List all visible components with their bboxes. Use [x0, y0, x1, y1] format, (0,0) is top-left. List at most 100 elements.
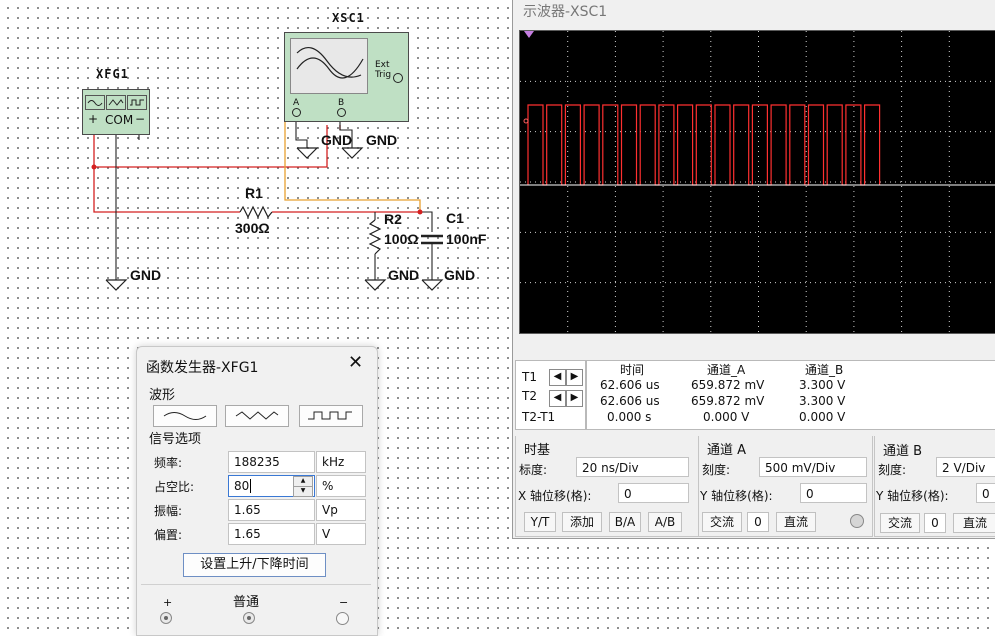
c1-value: 100nF	[446, 231, 487, 247]
channel-b-zero-button[interactable]: 0	[924, 513, 946, 533]
xfg1-minus: −	[135, 112, 146, 126]
channel-b-scale-field[interactable]: 2 V/Div	[936, 457, 995, 477]
channel-b-dc-button[interactable]: 直流	[953, 513, 995, 533]
r1-value: 300Ω	[235, 220, 270, 236]
t1-left-arrow-icon[interactable]: ◀	[549, 369, 566, 386]
xsc1-instrument[interactable]: Ext Trig A B	[284, 32, 409, 122]
t1-channel-b: 3.300 V	[799, 378, 846, 392]
t2-channel-a: 659.872 mV	[691, 394, 765, 408]
cursor-readout-table: 时间 通道_A 通道_B 62.606 us 659.872 mV 3.300 …	[586, 360, 995, 430]
terminal-minus-icon[interactable]	[336, 612, 349, 625]
sine-wave-button[interactable]	[153, 405, 217, 427]
channel-a-title: 通道 A	[707, 443, 747, 458]
amplitude-unit-select[interactable]: Vp	[316, 499, 366, 521]
channel-a-terminal-icon	[292, 108, 301, 117]
amplitude-label: 振幅:	[154, 504, 183, 518]
signal-options-label: 信号选项	[149, 432, 202, 447]
diff-channel-b: 0.000 V	[799, 410, 846, 424]
waveform-icons	[85, 95, 147, 110]
frequency-input[interactable]: 188235	[228, 451, 315, 473]
r2-value: 100Ω	[384, 231, 419, 247]
waveform-section-label: 波形	[149, 388, 176, 403]
channel-b-scale-label: 刻度:	[878, 463, 907, 477]
b-over-a-button[interactable]: B/A	[609, 512, 641, 532]
terminal-plus-icon[interactable]	[160, 612, 172, 624]
xsc1-label: XSC1	[332, 11, 365, 25]
scope-display[interactable]	[519, 30, 995, 334]
col-time-header: 时间	[620, 363, 645, 377]
channel-b-ypos-label: Y 轴位移(格):	[876, 489, 949, 503]
close-icon[interactable]: ✕	[348, 353, 363, 373]
gnd-label-c1: GND	[444, 267, 476, 283]
triangle-wave-button[interactable]	[225, 405, 289, 427]
channel-a-ypos-field[interactable]: 0	[800, 483, 867, 503]
channel-a-group: 通道 A 刻度: 500 mV/Div Y 轴位移(格): 0 交流 0 直流	[698, 436, 873, 537]
r1-resistor[interactable]	[239, 205, 273, 219]
timebase-xpos-label: X 轴位移(格):	[518, 489, 592, 503]
channel-a-dc-button[interactable]: 直流	[776, 512, 816, 532]
frequency-label: 频率:	[154, 456, 183, 470]
cursor-t1-marker-icon[interactable]	[524, 31, 534, 38]
col-channel-b-header: 通道_B	[805, 363, 844, 377]
channel-a-scale-field[interactable]: 500 mV/Div	[759, 457, 867, 477]
timebase-scale-label: 标度:	[519, 463, 548, 477]
terminal-common-icon[interactable]	[243, 612, 255, 624]
t2-left-arrow-icon[interactable]: ◀	[549, 390, 566, 407]
t1-time: 62.606 us	[600, 378, 660, 392]
channel-b-group: 通道 B 刻度: 2 V/Div Y 轴位移(格): 0 交流 0 直流	[874, 436, 995, 537]
amplitude-input[interactable]: 1.65	[228, 499, 315, 521]
duty-cycle-value: 80	[234, 479, 250, 493]
sine-wave-icon	[163, 412, 207, 420]
r2-resistor[interactable]	[368, 219, 382, 255]
triangle-wave-icon	[235, 411, 279, 420]
diff-channel-a: 0.000 V	[703, 410, 750, 424]
scope-grid	[520, 31, 995, 333]
xfg1-plus: +	[88, 112, 99, 126]
channel-a-ac-button[interactable]: 交流	[702, 512, 742, 532]
offset-input[interactable]: 1.65	[228, 523, 315, 545]
timebase-xpos-field[interactable]: 0	[618, 483, 689, 503]
xfg1-instrument[interactable]: + COM −	[82, 89, 150, 135]
cursor-t1-label: T1	[522, 370, 537, 384]
t1-channel-a: 659.872 mV	[691, 378, 765, 392]
channel-b-ypos-field[interactable]: 0	[976, 483, 995, 503]
col-channel-a-header: 通道_A	[707, 363, 746, 377]
a-over-b-button[interactable]: A/B	[648, 512, 682, 532]
t2-channel-b: 3.300 V	[799, 394, 846, 408]
schematic-wiring	[91, 68, 444, 291]
xsc1-channel-a: A	[293, 98, 300, 108]
add-button[interactable]: 添加	[562, 512, 602, 532]
t1-right-arrow-icon[interactable]: ▶	[566, 369, 583, 386]
gnd-label-r2: GND	[388, 267, 420, 283]
timebase-scale-field[interactable]: 20 ns/Div	[576, 457, 689, 477]
xsc1-ext-trig: Ext Trig	[375, 60, 392, 80]
t2-right-arrow-icon[interactable]: ▶	[566, 390, 583, 407]
c1-capacitor[interactable]	[421, 234, 443, 245]
function-generator-dialog[interactable]: 函数发生器-XFG1 ✕ 波形 信号选项 频率: 188235 kHz 占空比:…	[136, 346, 378, 636]
square-wave-button[interactable]	[299, 405, 363, 427]
stepper-down-icon[interactable]: ▼	[293, 487, 313, 497]
scope-grid-and-trace	[520, 31, 995, 333]
oscilloscope-window[interactable]: 示波器-XSC1 T1 ◀ ▶ T2 ◀ ▶ T2-T1 时间 通道_A 通道_…	[512, 0, 995, 539]
channel-a-zero-button[interactable]: 0	[747, 512, 769, 532]
channel-b-ac-button[interactable]: 交流	[880, 513, 920, 533]
channel-b-title: 通道 B	[883, 444, 923, 459]
xsc1-channel-b: B	[338, 98, 345, 108]
duty-cycle-label: 占空比:	[154, 480, 195, 494]
offset-unit-select[interactable]: V	[316, 523, 366, 545]
xfg1-com: COM	[105, 113, 134, 127]
stepper-up-icon[interactable]: ▲	[293, 476, 313, 487]
terminal-plus-label: +	[163, 596, 173, 609]
yt-button[interactable]: Y/T	[524, 512, 556, 532]
square-wave-icon	[308, 411, 352, 420]
channel-a-knob-icon[interactable]	[850, 514, 864, 528]
set-rise-fall-time-button[interactable]: 设置上升/下降时间	[183, 553, 326, 577]
frequency-unit-select[interactable]: kHz	[316, 451, 366, 473]
diff-time: 0.000 s	[607, 410, 652, 424]
gnd-label-generator: GND	[130, 267, 162, 283]
duty-cycle-stepper[interactable]: ▲ ▼	[293, 476, 313, 497]
terminal-common-label: 普通	[233, 595, 260, 610]
timebase-group: 时基 标度: 20 ns/Div X 轴位移(格): 0 Y/T 添加 B/A …	[515, 436, 699, 537]
channel-b-trace	[527, 104, 881, 186]
terminal-minus-label: −	[339, 596, 349, 609]
